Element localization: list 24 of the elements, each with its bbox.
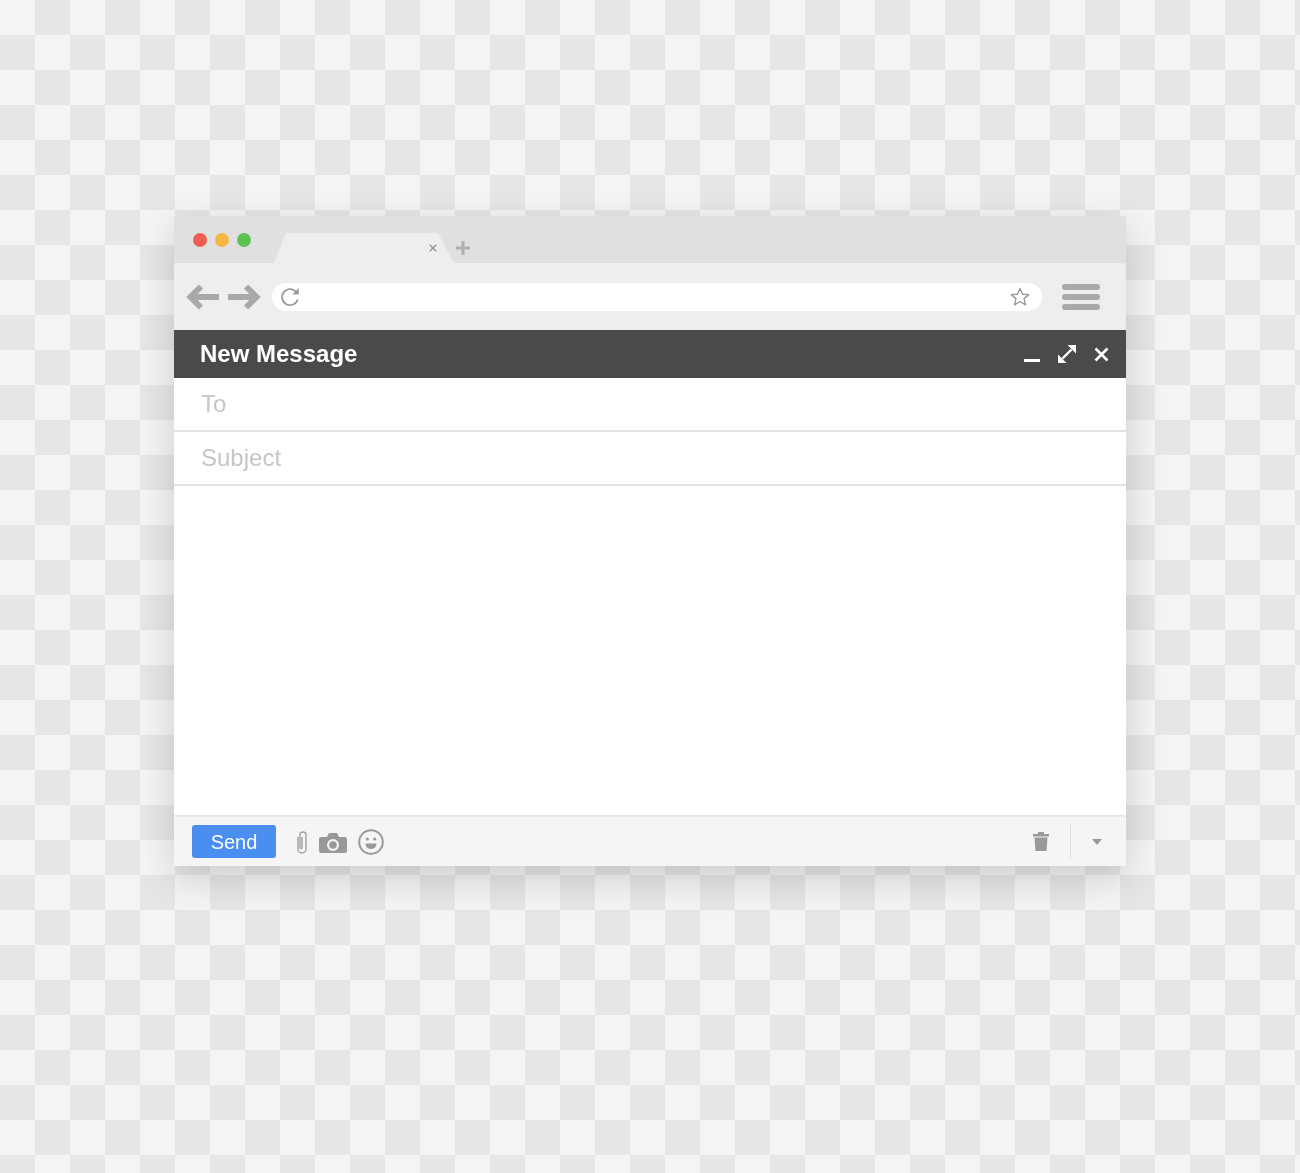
smiley-icon[interactable]: [358, 828, 384, 855]
forward-arrow-icon[interactable]: [228, 283, 262, 310]
trash-icon[interactable]: [1033, 832, 1049, 851]
recipient-field[interactable]: To: [174, 378, 1126, 432]
new-tab-icon[interactable]: [456, 241, 470, 255]
window-dot-icon[interactable]: [215, 233, 229, 247]
message-body-field[interactable]: [174, 486, 1126, 815]
close-icon[interactable]: [1094, 346, 1109, 362]
caret-down-icon[interactable]: [1092, 838, 1102, 845]
menu-icon[interactable]: [1062, 283, 1100, 310]
star-icon[interactable]: [1010, 286, 1030, 307]
close-tab-icon[interactable]: [429, 244, 437, 252]
paperclip-icon[interactable]: [297, 829, 307, 854]
window-dot-icon[interactable]: [193, 233, 207, 247]
reload-icon[interactable]: [279, 285, 301, 308]
window-dot-icon[interactable]: [237, 233, 251, 247]
address-field[interactable]: [272, 282, 1042, 311]
minimize-icon[interactable]: [1024, 358, 1040, 362]
send-button[interactable]: Send: [192, 825, 276, 858]
subject-field[interactable]: Subject: [174, 432, 1126, 486]
camera-icon[interactable]: [319, 830, 347, 853]
compose-title: New Message: [200, 342, 358, 366]
back-arrow-icon[interactable]: [185, 283, 219, 310]
expand-icon[interactable]: [1058, 345, 1076, 363]
